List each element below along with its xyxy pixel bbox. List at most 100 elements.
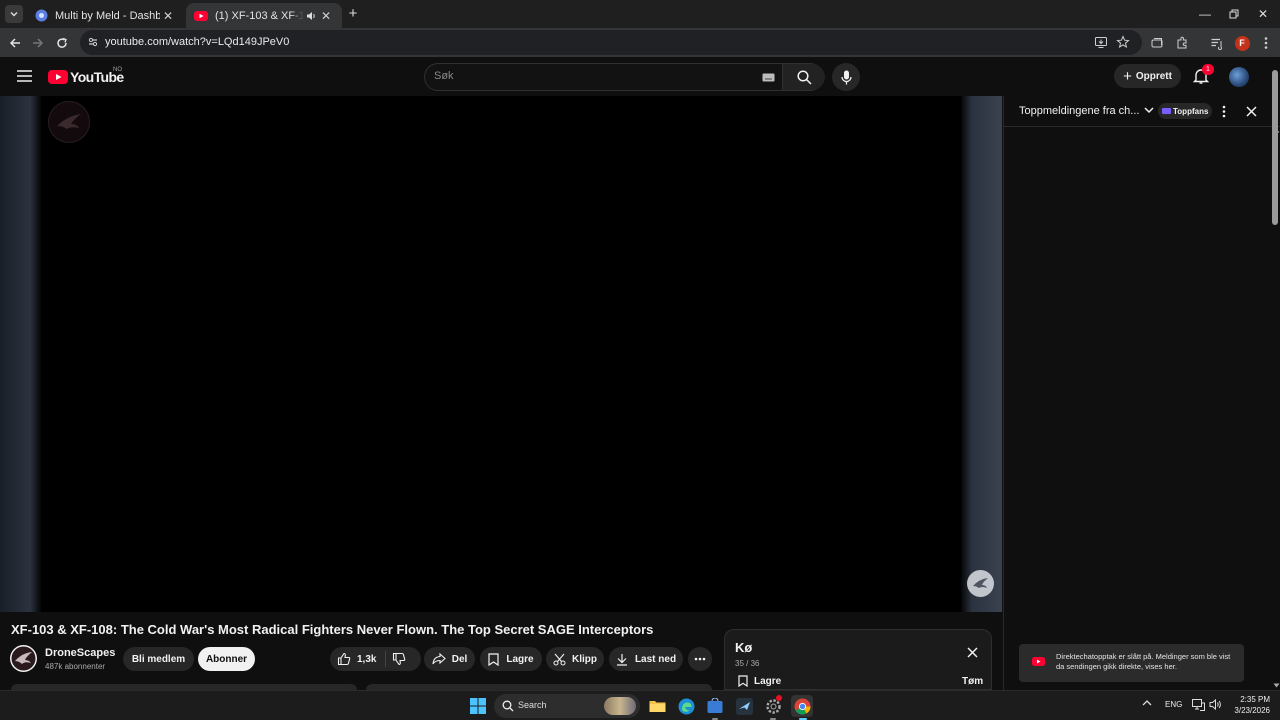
user-avatar[interactable]: [1229, 67, 1249, 87]
search-icon: [797, 70, 812, 85]
voice-search-button[interactable]: [832, 63, 860, 91]
channel-watermark-small[interactable]: [967, 570, 994, 597]
share-label: Del: [451, 653, 468, 665]
create-button[interactable]: + Opprett: [1114, 64, 1181, 88]
windows-taskbar: Search ENG 2:35 PM 3/23/2026: [0, 690, 1280, 720]
chevron-up-icon[interactable]: [1142, 699, 1152, 706]
back-icon[interactable]: [3, 31, 27, 55]
settings-app-icon[interactable]: [762, 695, 784, 717]
aircraft-app-icon[interactable]: [733, 695, 755, 717]
chrome-browser-icon[interactable]: [791, 695, 813, 717]
queue-title: Kø: [735, 640, 753, 655]
system-clock[interactable]: 2:35 PM 3/23/2026: [1226, 694, 1270, 716]
forward-icon[interactable]: [26, 31, 50, 55]
channel-name[interactable]: DroneScapes: [45, 647, 115, 659]
top-fans-badge[interactable]: Toppfans: [1158, 103, 1213, 119]
share-button[interactable]: Del: [424, 647, 475, 671]
tab-search-button[interactable]: [5, 5, 23, 23]
hamburger-menu-icon[interactable]: [12, 66, 36, 86]
tab-meld-dashboard[interactable]: Multi by Meld - Dashboard. ✕: [26, 3, 184, 28]
notifications-button[interactable]: 1: [1192, 64, 1214, 85]
search-input[interactable]: Søk: [434, 70, 454, 82]
tab-title: (1) XF-103 & XF-108: The C: [215, 9, 304, 22]
url-text[interactable]: youtube.com/watch?v=LQd149JPeV0: [105, 36, 289, 48]
keyboard-icon[interactable]: [762, 73, 775, 82]
search-icon: [502, 700, 514, 712]
start-button[interactable]: [467, 695, 489, 717]
scrollbar-thumb[interactable]: [1272, 70, 1278, 225]
bookmark-star-icon[interactable]: [1116, 35, 1130, 49]
queue-save-button[interactable]: Lagre: [738, 675, 781, 687]
bird-logo-icon: [973, 578, 988, 588]
channel-avatar[interactable]: [10, 645, 37, 672]
bird-logo-icon: [11, 646, 36, 671]
subscribe-button[interactable]: Abonner: [198, 647, 255, 671]
media-controls-icon[interactable]: [1207, 33, 1227, 53]
channel-watermark[interactable]: [48, 101, 90, 143]
network-icon[interactable]: [1192, 698, 1205, 711]
live-chat-panel: Toppmeldingene fra ch... Toppfans: [1003, 96, 1280, 690]
taskbar-search-label: Search: [518, 700, 547, 710]
search-button[interactable]: [782, 64, 825, 90]
youtube-favicon-icon: [194, 9, 208, 23]
join-button[interactable]: Bli medlem: [123, 647, 194, 671]
youtube-play-icon: [1032, 657, 1045, 666]
minimize-icon[interactable]: —: [1190, 4, 1220, 24]
reload-icon[interactable]: [50, 31, 74, 55]
chat-mode-title[interactable]: Toppmeldingene fra ch...: [1019, 105, 1139, 117]
save-button[interactable]: Lagre: [480, 647, 542, 671]
close-icon[interactable]: ✕: [160, 8, 176, 24]
file-explorer-icon[interactable]: [646, 695, 668, 717]
language-indicator[interactable]: ENG: [1165, 700, 1182, 709]
browser-toolbar: youtube.com/watch?v=LQd149JPeV0 F: [0, 28, 1280, 57]
video-title: XF-103 & XF-108: The Cold War's Most Rad…: [11, 622, 654, 637]
browser-menu-icon[interactable]: [1256, 33, 1276, 53]
taskbar-search-box[interactable]: Search: [494, 694, 640, 718]
search-box[interactable]: Søk: [424, 63, 825, 91]
app-alert-badge: [776, 695, 782, 701]
meld-favicon-icon: [34, 9, 48, 23]
chat-header: Toppmeldingene fra ch... Toppfans: [1004, 96, 1280, 127]
chevron-down-icon[interactable]: [1144, 107, 1154, 114]
page-scrollbar[interactable]: [1272, 70, 1278, 685]
profile-avatar[interactable]: F: [1232, 33, 1252, 53]
like-count: 1,3k: [357, 653, 377, 665]
youtube-header: YouTube NO Søk + Opprett 1: [0, 57, 1280, 96]
chat-menu-icon[interactable]: [1222, 105, 1226, 118]
download-button[interactable]: Last ned: [609, 647, 683, 671]
restore-icon[interactable]: [1219, 4, 1249, 24]
volume-icon[interactable]: [1209, 698, 1222, 711]
close-queue-icon[interactable]: [967, 647, 978, 658]
close-chat-icon[interactable]: [1246, 106, 1257, 117]
install-app-icon[interactable]: [1094, 35, 1108, 49]
new-tab-icon[interactable]: +: [345, 6, 361, 22]
more-actions-button[interactable]: [688, 647, 712, 671]
like-button[interactable]: 1,3k: [337, 652, 376, 666]
close-icon[interactable]: ✕: [318, 8, 334, 24]
plus-icon: +: [1123, 67, 1132, 85]
browser-tab-strip: Multi by Meld - Dashboard. ✕ (1) XF-103 …: [0, 0, 1280, 28]
share-icon: [432, 653, 446, 665]
video-player[interactable]: [41, 96, 961, 612]
search-highlight-image: [604, 697, 636, 715]
queue-clear-button[interactable]: Tøm: [962, 676, 983, 687]
tab-youtube-video[interactable]: (1) XF-103 & XF-108: The C ✕: [186, 3, 342, 28]
download-icon: [616, 653, 627, 666]
dislike-button[interactable]: [392, 652, 406, 666]
top-fans-label: Toppfans: [1173, 106, 1209, 116]
chat-replay-notice: Direktechatopptak er slått på. Meldinger…: [1019, 644, 1244, 682]
youtube-play-icon: [48, 70, 68, 84]
subscriber-count: 487k abonnenter: [45, 662, 106, 671]
window-close-icon[interactable]: ✕: [1248, 4, 1278, 24]
edge-browser-icon[interactable]: [675, 695, 697, 717]
address-bar[interactable]: youtube.com/watch?v=LQd149JPeV0: [80, 30, 1142, 55]
store-app-icon[interactable]: [704, 695, 726, 717]
clip-button[interactable]: Klipp: [546, 647, 604, 671]
cast-icon[interactable]: [1147, 33, 1167, 53]
clock-time: 2:35 PM: [1240, 695, 1270, 704]
site-info-icon[interactable]: [87, 36, 99, 48]
extensions-icon[interactable]: [1172, 33, 1192, 53]
chevron-down-icon: [10, 12, 18, 17]
speaker-icon[interactable]: [304, 11, 318, 21]
scissors-icon: [553, 653, 566, 665]
